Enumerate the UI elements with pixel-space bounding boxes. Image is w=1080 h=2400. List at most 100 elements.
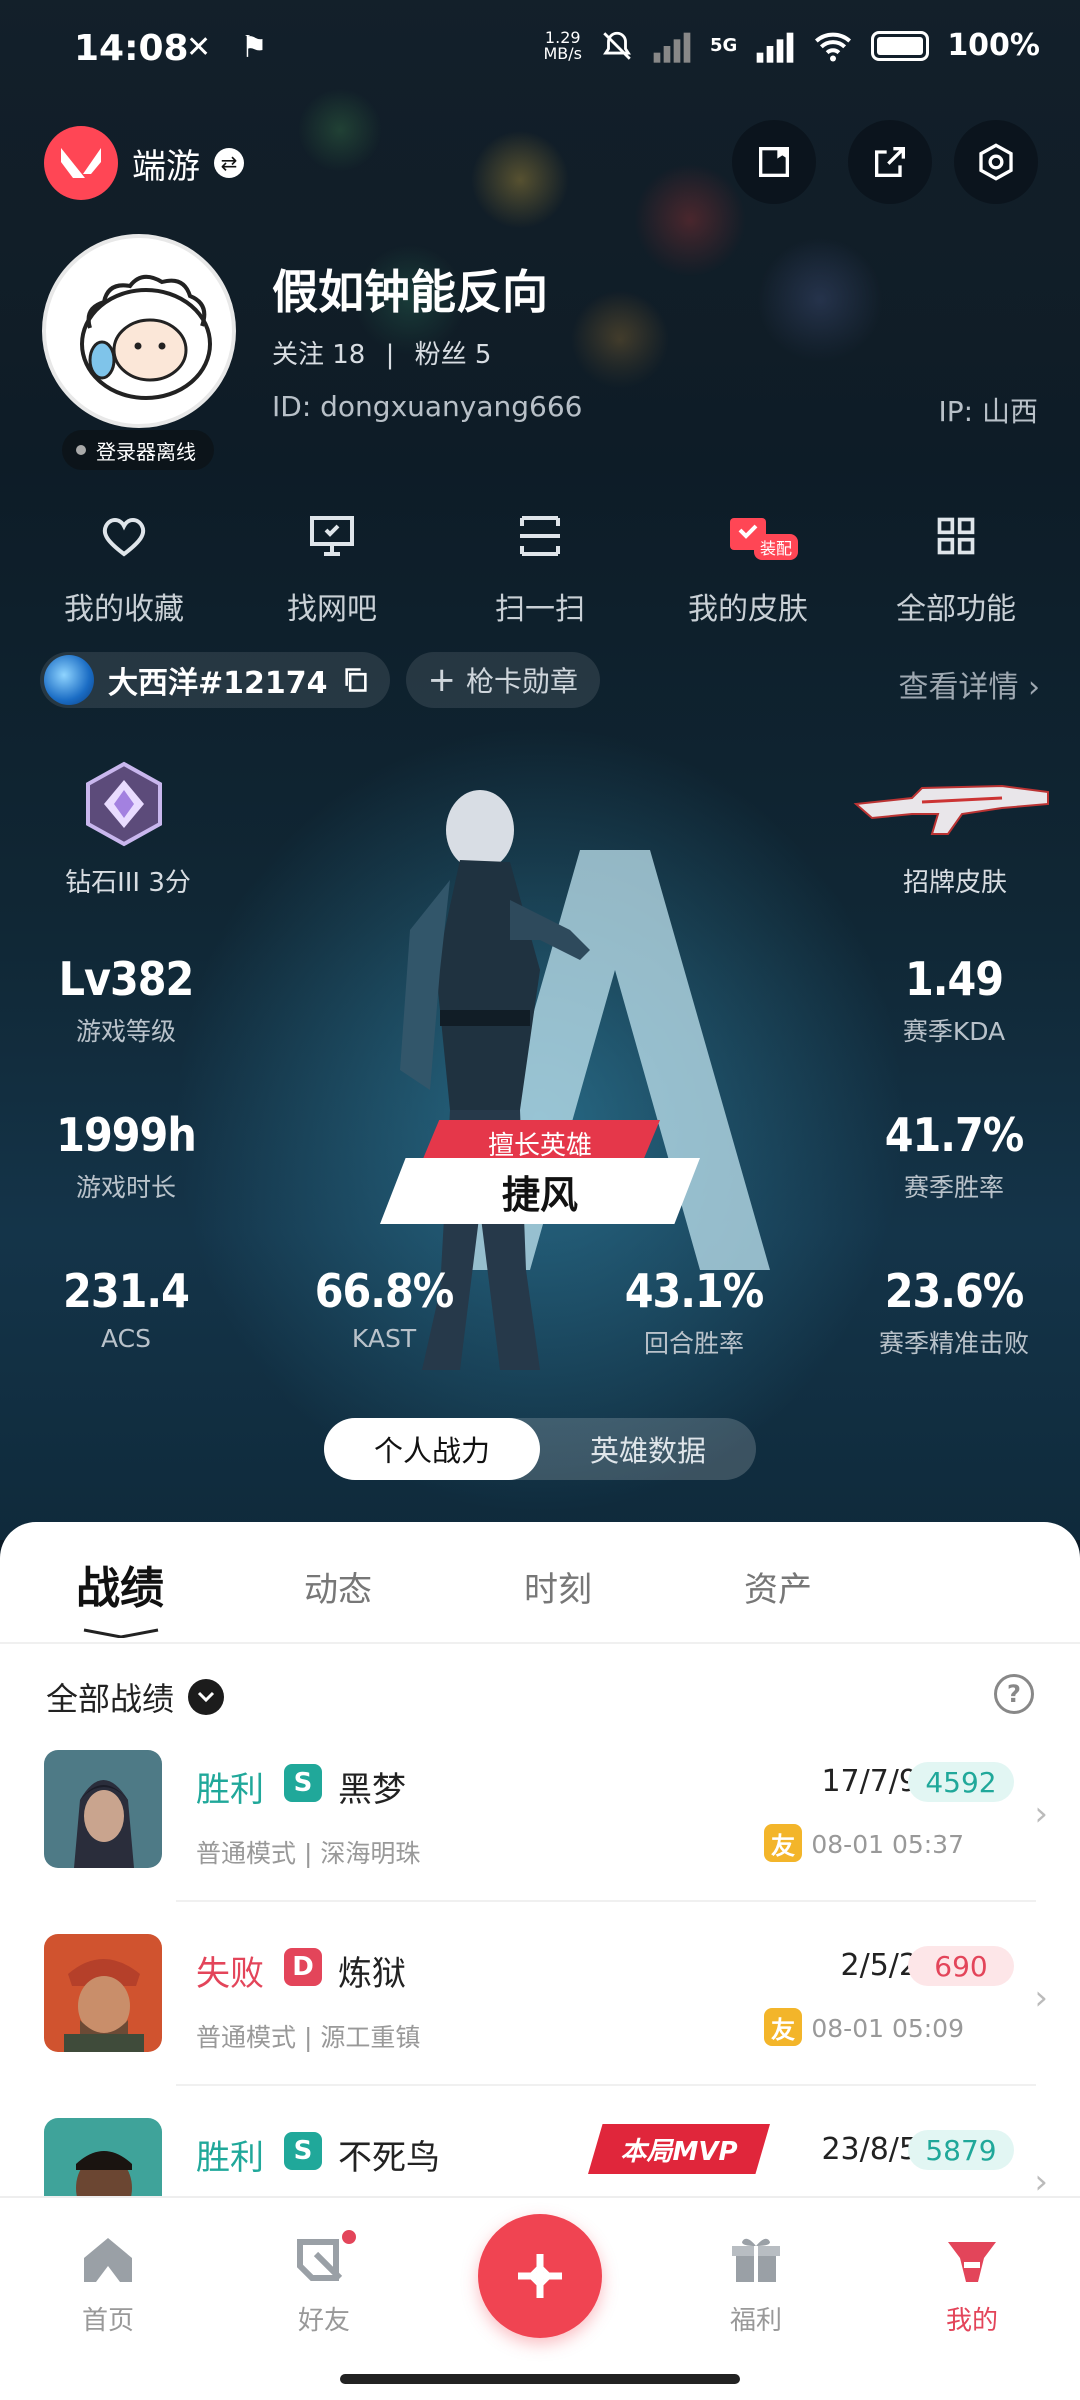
tab-feed[interactable]: 动态 [304, 1562, 372, 1611]
launcher-status-text: 登录器离线 [96, 439, 196, 464]
chevron-right-icon: › [1034, 1794, 1048, 1834]
match-agent: 黑梦 [338, 1770, 406, 1810]
create-post-button[interactable] [478, 2214, 602, 2338]
nav-me[interactable]: 我的 [912, 2232, 1032, 2337]
settings-button[interactable] [954, 120, 1038, 204]
status-bar: 14:08 ✕ ⚑ 1.29 MB/s 5G 100% [0, 0, 1080, 100]
stat-label: 赛季胜率 [903, 1173, 1004, 1202]
diamond-rank-icon [86, 761, 162, 847]
stat-label: 游戏等级 [75, 1017, 176, 1046]
match-time: 08-01 05:09 [811, 2014, 964, 2043]
stat-value: Lv382 [58, 952, 195, 1006]
nav-label: 福利 [729, 2306, 782, 2336]
stat-acs: 231.4 ACS [16, 1264, 236, 1353]
nickname: 假如钟能反向 [272, 265, 548, 319]
match-score: 4592 [908, 1762, 1014, 1802]
match-score: 5879 [908, 2130, 1014, 2170]
qa-label: 我的皮肤 [688, 592, 808, 627]
nav-label: 首页 [81, 2306, 134, 2336]
stat-level: Lv382 游戏等级 [16, 952, 236, 1048]
stat-value: 66.8% [314, 1264, 455, 1318]
mvp-badge: 本局MVP [588, 2124, 770, 2174]
heart-icon [96, 508, 152, 564]
qa-favorites[interactable]: 我的收藏 [20, 508, 228, 628]
riot-id: 大西洋#12174 [108, 666, 328, 701]
chevron-down-icon [188, 1679, 225, 1715]
match-row[interactable]: 失败 D 炼狱 普通模式 | 源工重镇 2/5/2 690 友 08-01 05… [0, 1934, 1080, 2114]
match-row[interactable]: 胜利 S 黑梦 普通模式 | 深海明珠 17/7/9 4592 友 08-01 … [0, 1750, 1080, 1930]
match-score: 690 [908, 1946, 1014, 1986]
grade-badge: D [284, 1948, 322, 1986]
qa-label: 找网吧 [287, 592, 377, 627]
chevron-right-icon: › [1034, 1978, 1048, 2018]
toggle-personal-power[interactable]: 个人战力 [324, 1418, 540, 1480]
follower-count[interactable]: 粉丝 5 [415, 340, 492, 370]
stat-hours: 1999h 游戏时长 [16, 1108, 236, 1204]
card-badge-button[interactable]: + 枪卡勋章 [405, 652, 601, 708]
plus-icon: + [427, 660, 457, 700]
stat-label: 游戏时长 [75, 1173, 176, 1202]
row-divider [176, 1900, 1036, 1902]
view-details-link[interactable]: 查看详情 › [898, 662, 1040, 706]
nav-label: 我的 [945, 2306, 998, 2336]
settings-hex-icon [979, 143, 1013, 181]
qa-all-features[interactable]: 全部功能 [852, 508, 1060, 628]
stat-winrate: 41.7% 赛季胜率 [844, 1108, 1064, 1204]
match-result: 胜利 [196, 1770, 264, 1810]
user-id: ID: dongxuanyang666 [272, 390, 583, 423]
net-speed-unit: MB/s [543, 43, 582, 63]
qa-scan[interactable]: 扫一扫 [436, 508, 644, 628]
me-icon [944, 2232, 1000, 2288]
best-agent-name[interactable]: 捷风 [380, 1158, 700, 1224]
nav-friends[interactable]: 好友 [264, 2228, 384, 2337]
grid-icon [928, 508, 984, 564]
qa-label: 扫一扫 [495, 592, 585, 627]
home-indicator[interactable] [340, 2374, 740, 2384]
stat-value: 1.49 [904, 952, 1004, 1006]
help-icon[interactable]: ? [994, 1674, 1034, 1714]
avatar[interactable] [42, 234, 236, 428]
stat-label: ACS [101, 1324, 151, 1353]
tab-assets[interactable]: 资产 [744, 1562, 812, 1611]
plus-icon [518, 2254, 562, 2298]
records-filter[interactable]: 全部战绩 [46, 1674, 225, 1720]
share-button[interactable] [848, 120, 932, 204]
app-name: 端游 [132, 146, 200, 187]
network-type: 5G [710, 35, 738, 56]
stat-value: 41.7% [884, 1108, 1025, 1162]
edit-card-button[interactable] [732, 120, 816, 204]
quick-actions: 我的收藏 找网吧 扫一扫 装配 我的皮肤 全部功能 [20, 508, 1060, 628]
notification-icons: ✕ ⚑ [186, 30, 278, 65]
nav-home[interactable]: 首页 [48, 2232, 168, 2337]
signal-icon [653, 32, 691, 63]
copy-icon[interactable] [342, 666, 370, 694]
match-agent: 炼狱 [338, 1954, 406, 1994]
notification-dot [340, 2228, 358, 2246]
toggle-agent-data[interactable]: 英雄数据 [540, 1418, 756, 1480]
qa-net-cafe[interactable]: 找网吧 [228, 508, 436, 628]
share-icon [875, 147, 905, 177]
stat-label: 赛季KDA [902, 1017, 1006, 1046]
qa-label: 我的收藏 [64, 592, 184, 627]
card-badge-label: 枪卡勋章 [466, 665, 579, 698]
match-time: 08-01 05:37 [811, 1830, 964, 1859]
rank-label: 钻石III 3分 [65, 868, 191, 898]
status-right: 1.29 MB/s 5G 100% [543, 28, 1040, 63]
qa-skins[interactable]: 装配 我的皮肤 [644, 508, 852, 628]
content-tabs: 战绩 动态 时刻 资产 [0, 1552, 1080, 1642]
nav-label: 好友 [297, 2306, 350, 2336]
nav-benefits[interactable]: 福利 [696, 2232, 816, 2337]
match-agent: 不死鸟 [338, 2138, 440, 2178]
tab-records[interactable]: 战绩 [76, 1552, 164, 1616]
stat-headshot: 23.6% 赛季精准击败 [844, 1264, 1064, 1360]
riot-id-pill[interactable]: 大西洋#12174 [40, 652, 390, 708]
following-count[interactable]: 关注 18 [272, 340, 365, 370]
match-kda: 2/5/2 [840, 1948, 918, 1983]
grade-badge: S [284, 1764, 322, 1802]
tab-moments[interactable]: 时刻 [524, 1562, 592, 1611]
agent-avatar-brimstone [44, 1934, 162, 2052]
app-switcher[interactable]: 端游 ⇄ [44, 126, 244, 200]
stats-mode-toggle: 个人战力 英雄数据 [324, 1418, 756, 1480]
monitor-icon [304, 508, 360, 564]
signature-skin-gun-icon[interactable] [852, 774, 1056, 838]
